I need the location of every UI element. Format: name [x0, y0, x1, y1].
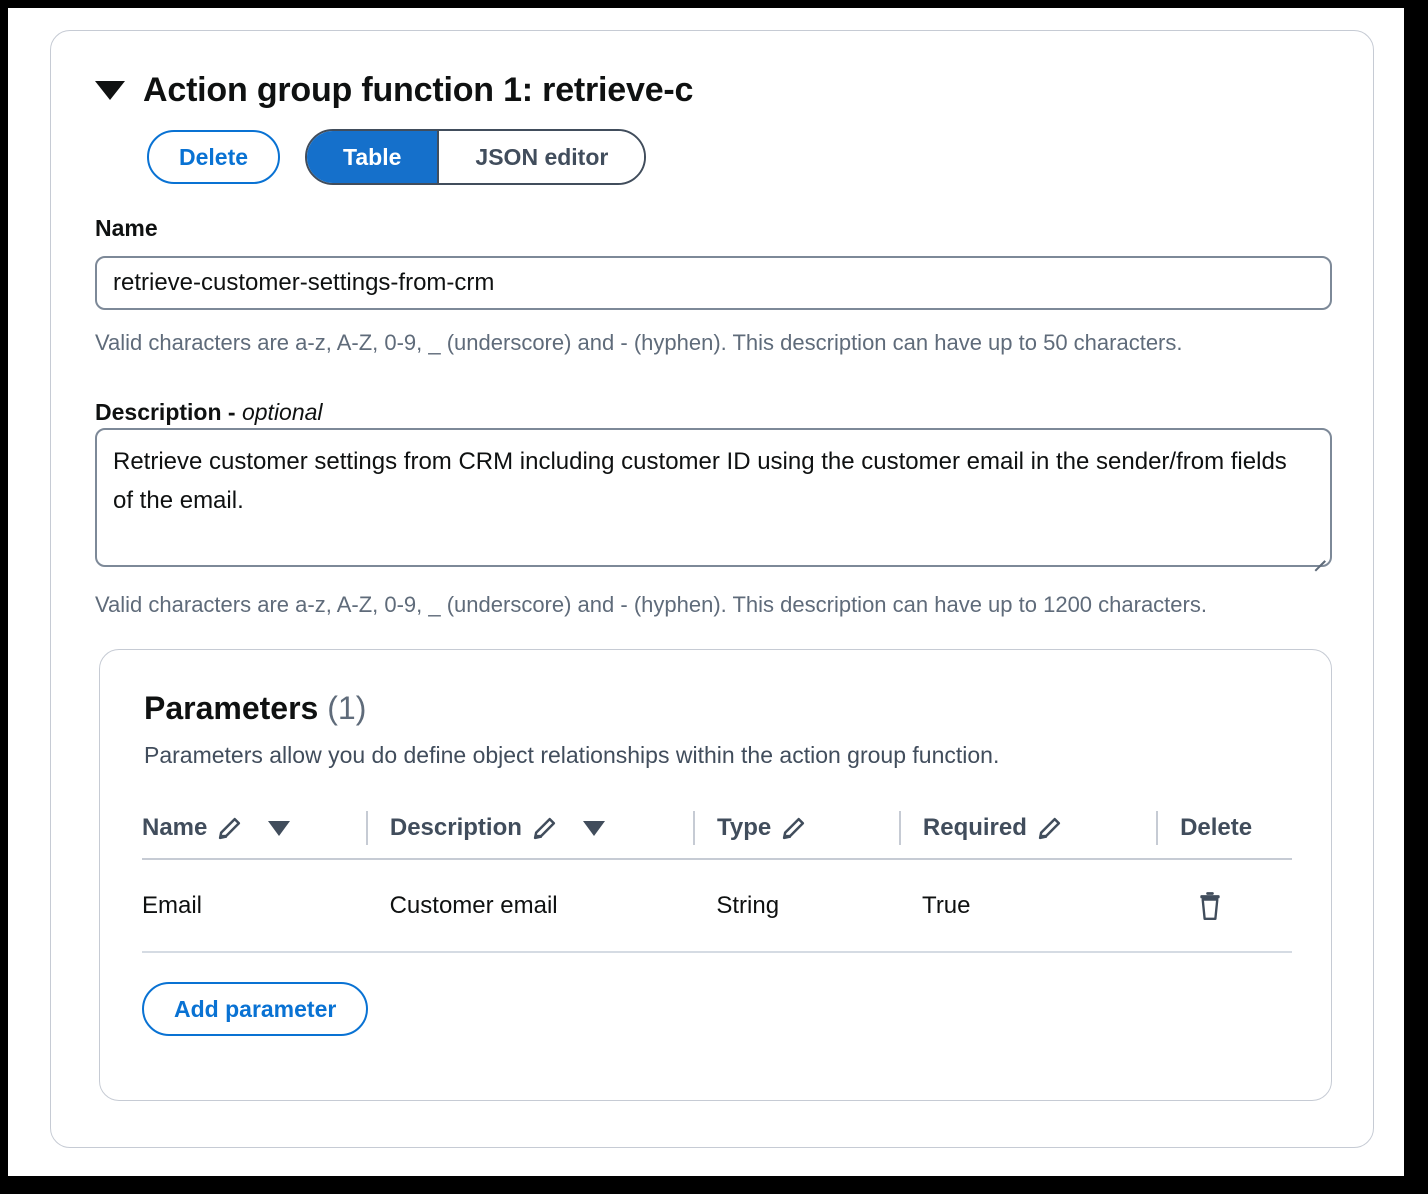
cell-description: Customer email [389, 891, 558, 919]
table-header-row: Name Description Type Required Delete [142, 798, 1292, 860]
function-actions-row: Delete Table JSON editor [147, 129, 647, 185]
action-group-function-card: Action group function 1: retrieve-c Dele… [50, 30, 1374, 1148]
column-header-name[interactable]: Name [142, 814, 366, 842]
tab-json-editor[interactable]: JSON editor [439, 131, 645, 183]
description-label: Description - optional [95, 399, 323, 426]
name-label: Name [95, 215, 158, 241]
function-header[interactable]: Action group function 1: retrieve-c [95, 71, 693, 110]
table-row: Email Customer email String True [142, 860, 1292, 953]
column-divider [898, 811, 901, 845]
cell-delete[interactable] [1179, 891, 1292, 921]
description-textarea-value: Retrieve customer settings from CRM incl… [113, 448, 1287, 514]
cell-type: String [716, 891, 780, 919]
description-label-optional: optional [241, 399, 323, 425]
column-divider [365, 811, 368, 845]
column-header-required-label: Required [922, 814, 1027, 841]
parameters-title: Parameters (1) [144, 690, 366, 727]
description-textarea[interactable]: Retrieve customer settings from CRM incl… [95, 428, 1332, 572]
pencil-icon[interactable] [532, 816, 557, 841]
caret-down-icon[interactable] [95, 81, 125, 100]
resize-handle-icon[interactable] [1311, 547, 1326, 572]
sort-descending-icon[interactable] [582, 820, 605, 836]
column-header-name-label: Name [142, 814, 208, 841]
pencil-icon[interactable] [781, 816, 806, 841]
pencil-icon[interactable] [217, 816, 242, 841]
add-parameter-button[interactable]: Add parameter [142, 982, 369, 1036]
parameters-panel: Parameters (1) Parameters allow you do d… [99, 649, 1332, 1101]
cell-required: True [922, 891, 971, 919]
tab-table[interactable]: Table [307, 131, 440, 183]
parameters-table: Name Description Type Required Delete Em… [142, 798, 1292, 953]
parameters-count: (1) [327, 690, 367, 726]
pencil-icon[interactable] [1037, 816, 1062, 841]
column-header-type[interactable]: Type [717, 814, 899, 842]
column-header-required[interactable]: Required [923, 814, 1156, 842]
description-label-text: Description - [95, 399, 242, 425]
parameters-subtitle: Parameters allow you do define object re… [144, 742, 1000, 768]
column-header-type-label: Type [717, 814, 772, 841]
sort-descending-icon[interactable] [268, 820, 291, 836]
column-divider [1156, 811, 1159, 845]
column-header-delete: Delete [1180, 814, 1292, 842]
delete-button[interactable]: Delete [147, 130, 281, 184]
name-input[interactable] [95, 256, 1332, 310]
trash-icon[interactable] [1197, 891, 1223, 921]
column-header-description-label: Description [389, 814, 522, 841]
cell-name: Email [142, 891, 203, 919]
page-title: Action group function 1: retrieve-c [143, 71, 694, 109]
parameters-title-text: Parameters [144, 690, 328, 726]
view-mode-segmented-control[interactable]: Table JSON editor [305, 129, 647, 185]
column-divider [693, 811, 695, 845]
name-helper-text: Valid characters are a-z, A-Z, 0-9, _ (u… [95, 330, 1183, 355]
column-header-description[interactable]: Description [390, 814, 693, 842]
column-header-delete-label: Delete [1180, 814, 1253, 841]
screenshot-frame: Action group function 1: retrieve-c Dele… [8, 8, 1404, 1176]
description-helper-text: Valid characters are a-z, A-Z, 0-9, _ (u… [95, 592, 1207, 617]
